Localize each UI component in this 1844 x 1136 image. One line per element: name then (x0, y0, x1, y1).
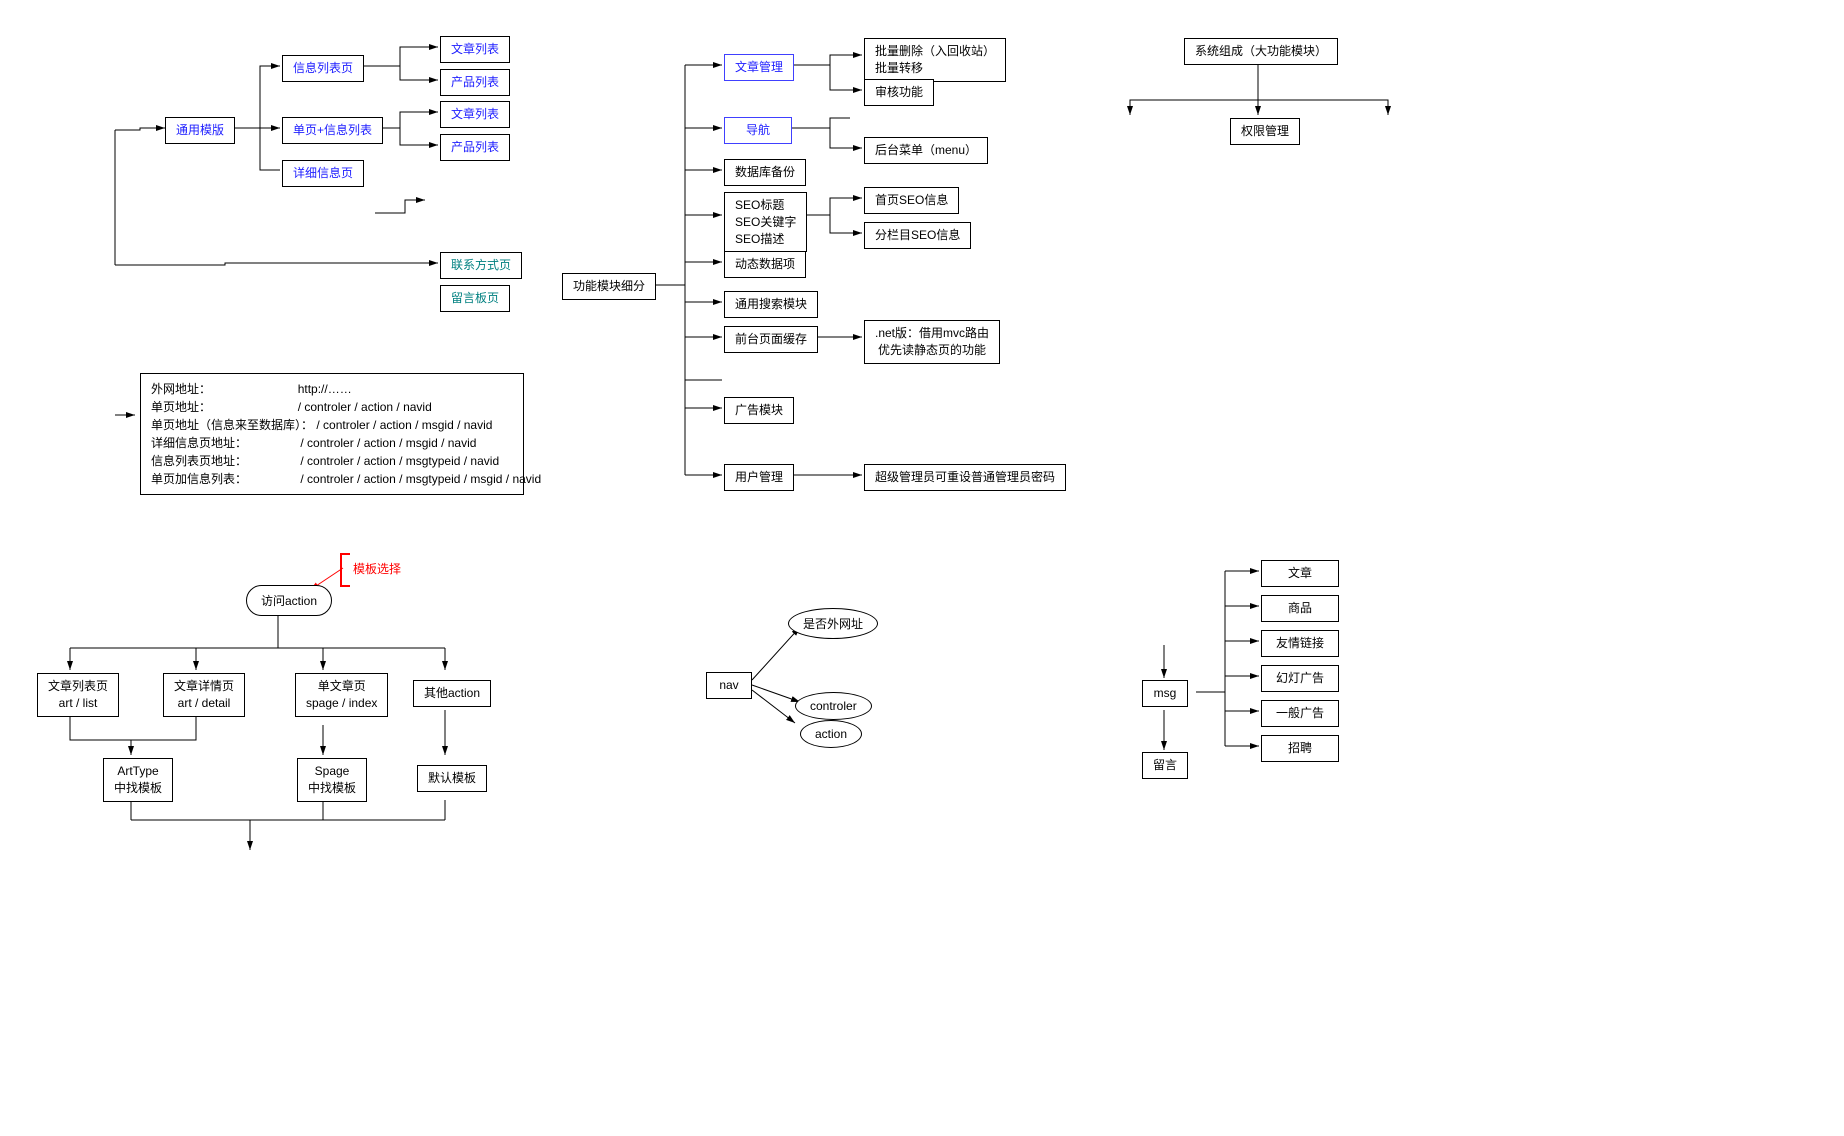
node-detail-page: 详细信息页 (282, 160, 364, 187)
url-rules-block: 外网地址： http://…… 单页地址： / controler / acti… (140, 373, 524, 495)
v6: / controler / action / msgtypeid / msgid… (300, 472, 541, 486)
node-msg: msg (1142, 680, 1188, 707)
node-guestbook: 留言 (1142, 752, 1188, 779)
node-friendlink: 友情链接 (1261, 630, 1339, 657)
node-contact-page: 联系方式页 (440, 252, 522, 279)
node-seo-block: SEO标题 SEO关键字 SEO描述 (724, 192, 807, 252)
diagram-canvas: 通用模版 信息列表页 单页+信息列表 详细信息页 文章列表 产品列表 文章列表 … (0, 0, 1844, 1136)
node-article-list-page: 文章列表页 art / list (37, 673, 119, 717)
node-db-backup: 数据库备份 (724, 159, 806, 186)
node-article-list-2: 文章列表 (440, 101, 510, 128)
node-navigation: 导航 (724, 117, 792, 144)
node-article: 文章 (1261, 560, 1339, 587)
bracket-icon (340, 553, 350, 587)
node-article-list-1: 文章列表 (440, 36, 510, 63)
node-column-seo: 分栏目SEO信息 (864, 222, 971, 249)
node-dynamic-data: 动态数据项 (724, 251, 806, 278)
label-template-select: 模板选择 (353, 560, 401, 577)
node-single-article-page: 单文章页 spage / index (295, 673, 388, 717)
l4: 详细信息页地址： (151, 436, 247, 450)
node-general-ad: 一般广告 (1261, 700, 1339, 727)
node-single-info-list: 单页+信息列表 (282, 117, 383, 144)
node-visit-action: 访问action (246, 585, 332, 616)
l5: 信息列表页地址： (151, 454, 247, 468)
node-admin-note: 超级管理员可重设普通管理员密码 (864, 464, 1066, 491)
node-page-cache: 前台页面缓存 (724, 326, 818, 353)
node-slide-ad: 幻灯广告 (1261, 665, 1339, 692)
node-nav: nav (706, 672, 752, 699)
node-product-list-1: 产品列表 (440, 69, 510, 96)
node-backend-menu: 后台菜单（menu） (864, 137, 988, 164)
node-module-detail: 功能模块细分 (562, 273, 656, 300)
v5: / controler / action / msgtypeid / navid (300, 454, 499, 468)
node-system-comp: 系统组成（大功能模块） (1184, 38, 1338, 65)
node-action: action (800, 720, 862, 748)
node-spage-find: Spage 中找模板 (297, 758, 367, 802)
node-cache-note: .net版：借用mvc路由 优先读静态页的功能 (864, 320, 1000, 364)
v2: / controler / action / navid (298, 400, 432, 414)
node-review: 审核功能 (864, 79, 934, 106)
l6: 单页加信息列表： (151, 472, 247, 486)
l1: 外网地址： (151, 382, 211, 396)
l3: 单页地址（信息来至数据库）： (151, 418, 313, 432)
node-guestbook-page: 留言板页 (440, 285, 510, 312)
node-article-mgmt: 文章管理 (724, 54, 794, 81)
node-other-action: 其他action (413, 680, 491, 707)
l2: 单页地址： (151, 400, 211, 414)
v1: http://…… (298, 382, 352, 396)
v4: / controler / action / msgid / navid (300, 436, 476, 450)
node-recruit: 招聘 (1261, 735, 1339, 762)
node-default-template: 默认模板 (417, 765, 487, 792)
node-search-module: 通用搜索模块 (724, 291, 818, 318)
node-perm-mgmt: 权限管理 (1230, 118, 1300, 145)
node-batch-delete: 批量删除（入回收站） 批量转移 (864, 38, 1006, 82)
node-home-seo: 首页SEO信息 (864, 187, 959, 214)
node-generic-template: 通用模版 (165, 117, 235, 144)
node-article-detail-page: 文章详情页 art / detail (163, 673, 245, 717)
node-ad-module: 广告模块 (724, 397, 794, 424)
node-product: 商品 (1261, 595, 1339, 622)
node-controler: controler (795, 692, 872, 720)
node-product-list-2: 产品列表 (440, 134, 510, 161)
node-arttype-find: ArtType 中找模板 (103, 758, 173, 802)
node-user-mgmt: 用户管理 (724, 464, 794, 491)
v3: / controler / action / msgid / navid (316, 418, 492, 432)
node-is-external: 是否外网址 (788, 608, 878, 639)
node-info-list-page: 信息列表页 (282, 55, 364, 82)
